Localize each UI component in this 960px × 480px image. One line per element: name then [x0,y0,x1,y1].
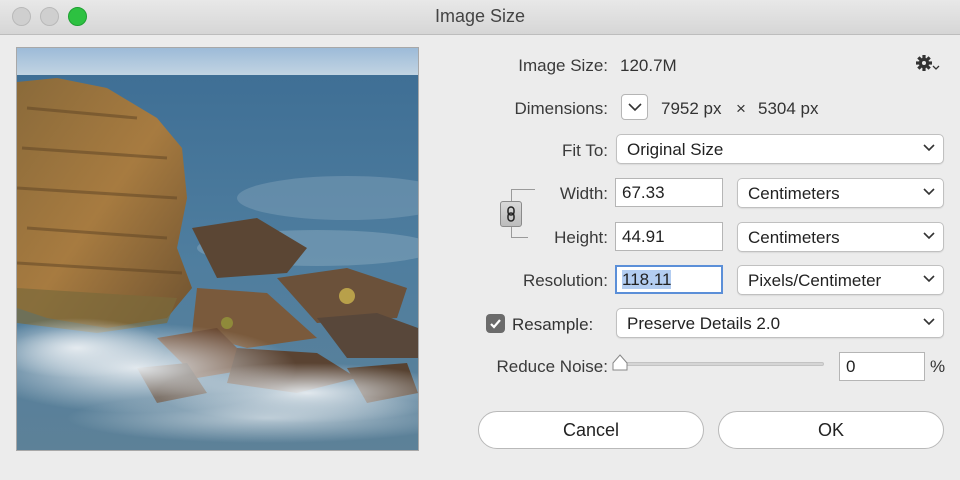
fit-to-value: Original Size [627,140,724,159]
dimensions-units-dropdown[interactable] [621,94,648,120]
ok-button[interactable]: OK [718,411,944,449]
height-unit-value: Centimeters [748,228,840,247]
preview-image [17,48,418,450]
resolution-label: Resolution: [522,271,608,290]
dimensions-width-value: 7952 px [661,99,722,118]
width-unit-dropdown[interactable]: Centimeters [737,178,944,208]
resolution-value: 118.11 [622,270,672,289]
fit-to-dropdown[interactable]: Original Size [616,134,944,164]
image-size-dialog: Image Size Image Size: 120.7M Dimensions… [0,0,960,480]
cancel-button[interactable]: Cancel [478,411,704,449]
slider-thumb-icon [612,354,628,371]
dimensions-times-sign: × [736,99,746,118]
resolution-unit-value: Pixels/Centimeter [748,271,882,290]
window-title: Image Size [434,6,526,26]
title-bar: Image Size [0,0,960,35]
fit-to-label: Fit To: [562,141,608,160]
resample-method-dropdown[interactable]: Preserve Details 2.0 [616,308,944,338]
image-size-label: Image Size: [518,56,608,75]
constrain-proportions-button[interactable] [500,201,522,227]
height-unit-dropdown[interactable]: Centimeters [737,222,944,252]
chevron-down-icon [923,232,935,240]
reduce-noise-slider-track[interactable] [620,362,824,366]
reduce-noise-unit: % [930,357,946,376]
dimensions-height-value: 5304 px [758,99,819,118]
height-input[interactable]: 44.91 [615,222,723,251]
resolution-input[interactable]: 118.11 [615,265,723,294]
width-label: Width: [559,184,608,203]
width-unit-value: Centimeters [748,184,840,203]
gear-icon[interactable] [916,55,940,78]
chevron-down-icon [923,318,935,326]
dimensions-label: Dimensions: [514,99,608,118]
resample-label[interactable]: Resample: [512,315,593,335]
reduce-noise-label: Reduce Noise: [496,357,608,376]
chain-link-icon [507,206,515,222]
resolution-unit-dropdown[interactable]: Pixels/Centimeter [737,265,944,295]
chevron-down-icon [923,144,935,152]
chevron-down-icon [923,188,935,196]
image-preview[interactable] [16,47,419,451]
resample-method-value: Preserve Details 2.0 [627,314,781,333]
width-input[interactable]: 67.33 [615,178,723,207]
reduce-noise-slider-thumb[interactable] [610,353,630,378]
checkmark-icon [490,319,501,329]
reduce-noise-input[interactable]: 0 [839,352,925,381]
image-size-value: 120.7M [620,56,677,75]
height-label: Height: [554,228,608,247]
resample-checkbox[interactable] [486,314,505,333]
chevron-down-icon [923,275,935,283]
settings-gear-icon [916,55,940,71]
chevron-down-icon [628,103,642,112]
